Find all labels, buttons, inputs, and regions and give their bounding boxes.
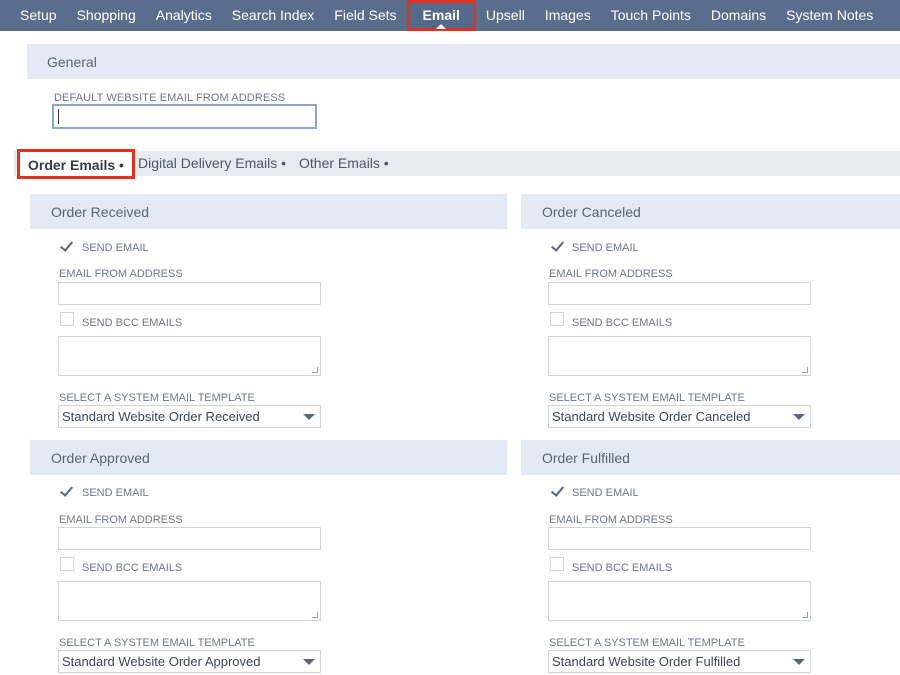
nav-tab-setup[interactable]: Setup — [10, 0, 67, 31]
select-template-label: SELECT A SYSTEM EMAIL TEMPLATE — [549, 392, 745, 404]
from-address-label: EMAIL FROM ADDRESS — [59, 268, 183, 280]
panel-order-fulfilled-header[interactable]: Order Fulfilled — [521, 440, 900, 475]
from-address-input[interactable] — [548, 527, 811, 550]
template-select[interactable]: Standard Website Order Received — [58, 405, 321, 428]
panel-order-approved-header[interactable]: Order Approved — [30, 440, 507, 475]
email-subtab-bar: Order Emails • Digital Delivery Emails •… — [14, 149, 900, 179]
general-section-title: General — [47, 54, 97, 70]
nav-tab-system-notes[interactable]: System Notes — [776, 0, 883, 31]
default-email-input[interactable] — [52, 104, 317, 129]
bcc-emails-textarea[interactable] — [548, 336, 811, 376]
panel-title: Order Fulfilled — [542, 450, 630, 466]
select-template-label: SELECT A SYSTEM EMAIL TEMPLATE — [59, 392, 255, 404]
send-bcc-label: SEND BCC EMAILS — [82, 562, 183, 574]
send-email-checkbox[interactable] — [60, 239, 74, 253]
send-bcc-checkbox[interactable] — [550, 312, 564, 326]
send-email-checkbox[interactable] — [551, 484, 565, 498]
nav-tab-analytics[interactable]: Analytics — [146, 0, 222, 31]
from-address-input[interactable] — [548, 282, 811, 305]
nav-tab-images[interactable]: Images — [535, 0, 601, 31]
dropdown-arrow-icon — [303, 659, 315, 665]
send-email-label: SEND EMAIL — [82, 487, 149, 499]
nav-tab-upsell[interactable]: Upsell — [476, 0, 535, 31]
text-cursor — [58, 109, 59, 124]
panel-title: Order Received — [51, 204, 150, 220]
select-template-label: SELECT A SYSTEM EMAIL TEMPLATE — [59, 637, 255, 649]
dropdown-arrow-icon — [793, 659, 805, 665]
send-email-label: SEND EMAIL — [572, 487, 639, 499]
dropdown-arrow-icon — [303, 414, 315, 420]
template-select[interactable]: Standard Website Order Approved — [58, 650, 321, 673]
panel-order-canceled-header[interactable]: Order Canceled — [521, 194, 900, 229]
template-select-value: Standard Website Order Fulfilled — [552, 654, 741, 669]
from-address-label: EMAIL FROM ADDRESS — [549, 514, 673, 526]
send-email-label: SEND EMAIL — [82, 242, 149, 254]
template-select[interactable]: Standard Website Order Fulfilled — [548, 650, 811, 673]
subtab-other-emails[interactable]: Other Emails • — [299, 151, 389, 176]
panel-order-received-header[interactable]: Order Received — [30, 194, 507, 229]
nav-tab-email[interactable]: Email — [406, 0, 476, 31]
from-address-input[interactable] — [58, 527, 321, 550]
bcc-emails-textarea[interactable] — [58, 336, 321, 376]
dropdown-arrow-icon — [793, 414, 805, 420]
panel-title: Order Canceled — [542, 204, 641, 220]
nav-tab-domains[interactable]: Domains — [701, 0, 776, 31]
from-address-label: EMAIL FROM ADDRESS — [549, 268, 673, 280]
send-email-checkbox[interactable] — [551, 239, 565, 253]
send-bcc-label: SEND BCC EMAILS — [82, 317, 183, 329]
nav-tab-field-sets[interactable]: Field Sets — [324, 0, 406, 31]
send-bcc-checkbox[interactable] — [60, 557, 74, 571]
from-address-input[interactable] — [58, 282, 321, 305]
send-bcc-checkbox[interactable] — [550, 557, 564, 571]
top-nav: Setup Shopping Analytics Search Index Fi… — [0, 0, 900, 31]
panel-title: Order Approved — [51, 450, 150, 466]
template-select-value: Standard Website Order Canceled — [552, 409, 751, 424]
send-email-checkbox[interactable] — [60, 484, 74, 498]
send-email-label: SEND EMAIL — [572, 242, 639, 254]
bcc-emails-textarea[interactable] — [548, 581, 811, 621]
subtab-digital-delivery-emails[interactable]: Digital Delivery Emails • — [138, 151, 286, 176]
nav-tab-touch-points[interactable]: Touch Points — [601, 0, 701, 31]
send-bcc-label: SEND BCC EMAILS — [572, 562, 673, 574]
bcc-emails-textarea[interactable] — [58, 581, 321, 621]
select-template-label: SELECT A SYSTEM EMAIL TEMPLATE — [549, 637, 745, 649]
send-bcc-checkbox[interactable] — [60, 312, 74, 326]
subtab-order-emails[interactable]: Order Emails • — [17, 149, 135, 179]
nav-tab-shopping[interactable]: Shopping — [67, 0, 146, 31]
from-address-label: EMAIL FROM ADDRESS — [59, 514, 183, 526]
template-select-value: Standard Website Order Received — [62, 409, 260, 424]
default-email-label: DEFAULT WEBSITE EMAIL FROM ADDRESS — [54, 92, 286, 104]
send-bcc-label: SEND BCC EMAILS — [572, 317, 673, 329]
template-select[interactable]: Standard Website Order Canceled — [548, 405, 811, 428]
nav-tab-search-index[interactable]: Search Index — [222, 0, 325, 31]
template-select-value: Standard Website Order Approved — [62, 654, 261, 669]
general-section-header[interactable]: General — [27, 44, 900, 79]
